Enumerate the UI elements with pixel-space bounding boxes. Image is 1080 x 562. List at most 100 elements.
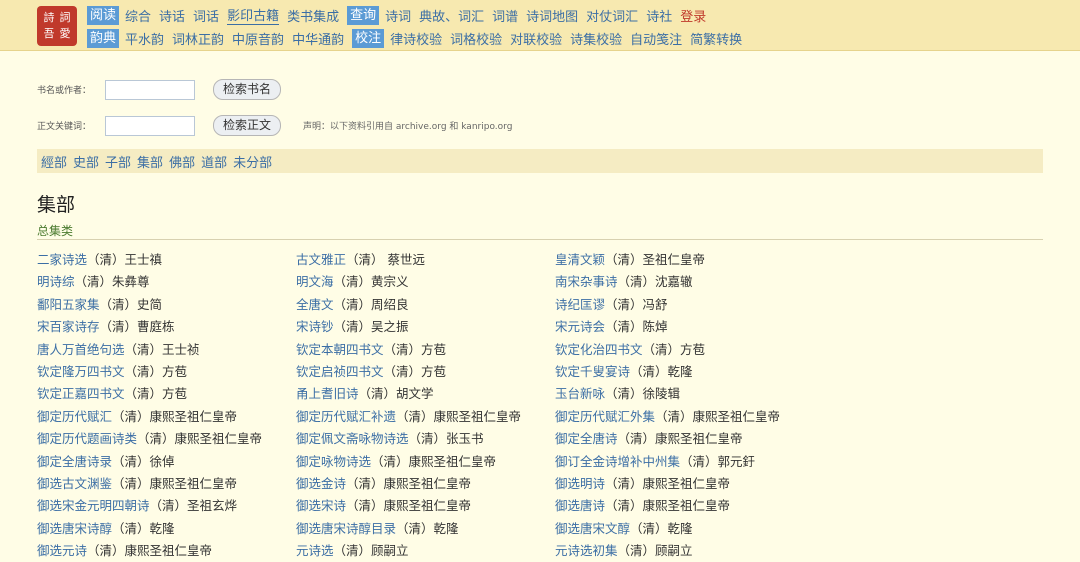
book-title-link[interactable]: 甬上耆旧诗 [296, 386, 359, 401]
category-unclassified[interactable]: 未分部 [233, 152, 272, 171]
book-author: （清）顾嗣立 [333, 543, 409, 559]
book-title-link[interactable]: 皇清文颖 [555, 252, 605, 267]
category-shi[interactable]: 史部 [73, 152, 99, 171]
book-title-link[interactable]: 御选唐宋诗醇目录 [296, 521, 396, 536]
text-search-label: 正文关键词： [37, 122, 92, 132]
book-title-link[interactable]: 钦定正嘉四书文 [37, 386, 125, 401]
nav-link-cige-check[interactable]: 词格校验 [450, 29, 502, 48]
book-title-link[interactable]: 御选元诗 [37, 543, 87, 558]
nav-link-convert[interactable]: 简繁转换 [690, 29, 742, 48]
book-title-link[interactable]: 御定咏物诗选 [296, 454, 371, 469]
nav-link-pingshui[interactable]: 平水韵 [125, 29, 164, 48]
book-title-link[interactable]: 御选宋金元明四朝诗 [37, 498, 150, 513]
text-search-button[interactable]: 检索正文 [213, 115, 282, 136]
book-title-link[interactable]: 御订全金诗增补中州集 [555, 454, 680, 469]
nav-link-poetry-map[interactable]: 诗词地图 [526, 6, 578, 25]
book-title-link[interactable]: 御选宋诗 [296, 498, 346, 513]
nav-link-poetry-club[interactable]: 诗社 [646, 6, 672, 25]
nav-link-encyclopedia[interactable]: 类书集成 [287, 6, 339, 25]
book-author: （清）康熙圣祖仁皇帝 [346, 498, 472, 514]
nav-link-cilin[interactable]: 词林正韵 [172, 29, 224, 48]
title-search-button[interactable]: 检索书名 [213, 79, 282, 100]
book-title-link[interactable]: 明诗综 [37, 274, 75, 289]
book-title-link[interactable]: 御选古文渊鉴 [37, 476, 112, 491]
book-title-link[interactable]: 御定历代题画诗类 [37, 431, 137, 446]
nav-link-allusions[interactable]: 典故、词汇 [419, 6, 484, 25]
book-title-link[interactable]: 钦定启祯四书文 [296, 364, 384, 379]
book-title-link[interactable]: 宋百家诗存 [37, 319, 100, 334]
book-title-link[interactable]: 御定全唐诗 [555, 431, 618, 446]
book-title-link[interactable]: 御选唐宋诗醇 [37, 521, 112, 536]
book-title-link[interactable]: 钦定千叟宴诗 [555, 364, 630, 379]
book-title-link[interactable]: 御选金诗 [296, 476, 346, 491]
book-title-link[interactable]: 御定全唐诗录 [37, 454, 112, 469]
nav-tag-proof[interactable]: 校注 [352, 28, 385, 48]
nav-link-poetry-talk[interactable]: 诗话 [159, 6, 185, 25]
book-author: （清）康熙圣祖仁皇帝 [605, 498, 731, 514]
book-title-link[interactable]: 明文海 [296, 274, 334, 289]
book-list: 二家诗选（清）王士禛 古文雅正（清） 蔡世远 皇清文颖（清）圣祖仁皇帝 明诗综（清）朱… [37, 249, 837, 562]
site-logo[interactable]: 詩 詞 吾 愛 [37, 6, 77, 46]
nav-link-ci-patterns[interactable]: 词谱 [492, 6, 518, 25]
nav-tag-rhyme[interactable]: 韵典 [87, 28, 120, 48]
book-title-link[interactable]: 全唐文 [296, 297, 334, 312]
book-author: （清）王士禛 [87, 252, 163, 267]
book-title-link[interactable]: 钦定化治四书文 [555, 342, 643, 357]
login-link[interactable]: 登录 [680, 6, 706, 25]
book-title-link[interactable]: 二家诗选 [37, 252, 87, 267]
title-search-row: 书名或作者： 检索书名 [37, 79, 282, 100]
book-item: 御订全金诗增补中州集（清）郭元釪 [555, 451, 837, 473]
book-item: 全唐文（清）周绍良 [296, 294, 555, 316]
book-author: （清）康熙圣祖仁皇帝 [617, 431, 743, 447]
book-item: 甬上耆旧诗（清）胡文学 [296, 383, 555, 405]
book-title-link[interactable]: 御定历代赋汇 [37, 409, 112, 424]
book-item: 钦定化治四书文（清）方苞 [555, 339, 837, 361]
category-zi[interactable]: 子部 [105, 152, 131, 171]
book-title-link[interactable]: 宋元诗会 [555, 319, 605, 334]
book-title-link[interactable]: 御定佩文斋咏物诗选 [296, 431, 409, 446]
nav-link-facsimile[interactable]: 影印古籍 [227, 5, 280, 25]
title-search-input[interactable] [105, 79, 195, 100]
book-title-link[interactable]: 鄱阳五家集 [37, 297, 100, 312]
book-title-link[interactable]: 御定历代赋汇外集 [555, 409, 655, 424]
book-title-link[interactable]: 御选明诗 [555, 476, 605, 491]
book-title-link[interactable]: 宋诗钞 [296, 319, 334, 334]
nav-link-couplet-check[interactable]: 对联校验 [510, 29, 562, 48]
book-item: 元诗选初集（清）顾嗣立 [555, 540, 837, 562]
text-search-input[interactable] [105, 115, 195, 136]
book-title-link[interactable]: 钦定本朝四书文 [296, 342, 384, 357]
nav-link-lvshi-check[interactable]: 律诗校验 [390, 29, 442, 48]
book-title-link[interactable]: 古文雅正 [296, 252, 346, 267]
book-title-link[interactable]: 御选唐宋文醇 [555, 521, 630, 536]
nav-link-poems[interactable]: 诗词 [385, 6, 411, 25]
nav-link-comprehensive[interactable]: 综合 [125, 6, 151, 25]
book-author: （清）沈嘉辙 [617, 274, 693, 290]
category-ji[interactable]: 集部 [137, 152, 163, 171]
category-dao[interactable]: 道部 [201, 152, 227, 171]
book-item: 御选明诗（清）康熙圣祖仁皇帝 [555, 473, 837, 495]
book-title-link[interactable]: 元诗选初集 [555, 543, 618, 558]
book-item: 御选宋金元明四朝诗（清）圣祖玄烨 [37, 495, 296, 517]
book-title-link[interactable]: 南宋杂事诗 [555, 274, 618, 289]
nav-link-auto-annotate[interactable]: 自动笺注 [630, 29, 682, 48]
book-title-link[interactable]: 钦定隆万四书文 [37, 364, 125, 379]
book-title-link[interactable]: 诗纪匡谬 [555, 297, 605, 312]
nav-link-collection-check[interactable]: 诗集校验 [570, 29, 622, 48]
book-title-link[interactable]: 唐人万首绝句选 [37, 342, 125, 357]
book-title-link[interactable]: 玉台新咏 [555, 386, 605, 401]
book-item: 钦定本朝四书文（清）方苞 [296, 339, 555, 361]
book-item: 御选元诗（清）康熙圣祖仁皇帝 [37, 540, 296, 562]
nav-link-antithesis[interactable]: 对仗词汇 [586, 6, 638, 25]
nav-tag-read[interactable]: 阅读 [87, 5, 120, 25]
nav-link-zhonghua[interactable]: 中华通韵 [292, 29, 344, 48]
book-author: （清）方苞 [124, 363, 188, 379]
book-title-link[interactable]: 御选唐诗 [555, 498, 605, 513]
category-jing[interactable]: 經部 [41, 152, 67, 171]
book-title-link[interactable]: 御定历代赋汇补遗 [296, 409, 396, 424]
nav-tag-search[interactable]: 查询 [347, 5, 380, 25]
book-title-link[interactable]: 元诗选 [296, 543, 334, 558]
category-fo[interactable]: 佛部 [169, 152, 195, 171]
nav-link-zhongyuan[interactable]: 中原音韵 [232, 29, 284, 48]
book-author: （清）康熙圣祖仁皇帝 [605, 475, 731, 491]
nav-link-ci-talk[interactable]: 词话 [193, 6, 219, 25]
